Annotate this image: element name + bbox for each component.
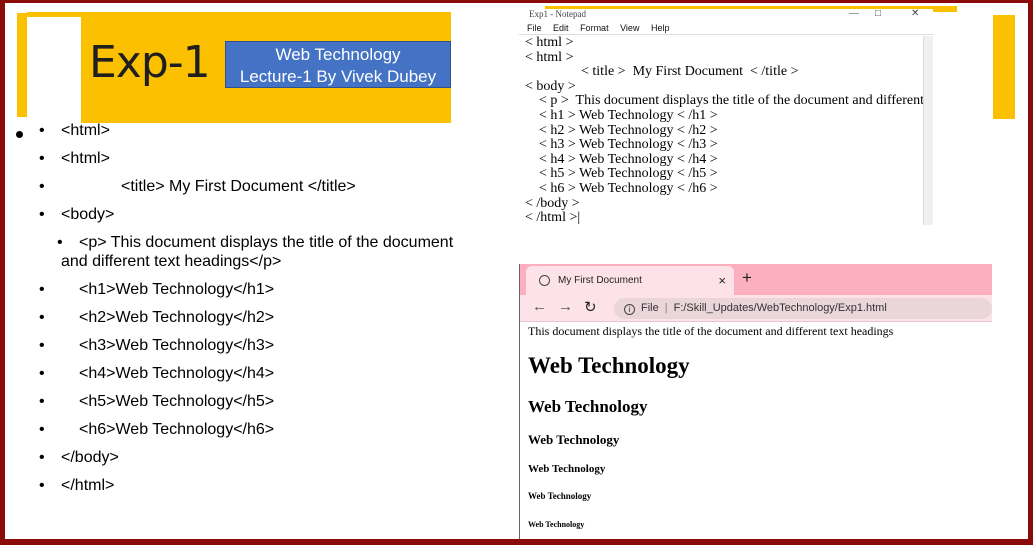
bullet-item: <body> [39, 205, 469, 224]
page-h6: Web Technology [528, 520, 585, 529]
code-line: < h4 > Web Technology < /h4 > [525, 151, 718, 167]
subtitle-line-1: Web Technology [275, 45, 401, 64]
tab-close-icon[interactable]: × [718, 266, 726, 295]
bullet-item: <h4>Web Technology</h4> [39, 364, 469, 383]
browser-navbar: ← → ↻ i File | F:/Skill_Updates/WebTechnolo… [520, 295, 992, 322]
code-line: < /html >| [525, 210, 581, 225]
menu-help[interactable]: Help [651, 23, 670, 33]
menu-format[interactable]: Format [580, 23, 609, 33]
notepad-scrollbar[interactable] [923, 36, 933, 225]
code-line: < body > [525, 78, 576, 94]
bullet-item: </html> [39, 476, 469, 495]
subtitle-line-2: Lecture-1 By Vivek Dubey [239, 67, 437, 86]
code-line: < h2 > Web Technology < /h2 > [525, 122, 718, 138]
menu-view[interactable]: View [620, 23, 639, 33]
forward-icon[interactable]: → [558, 298, 573, 315]
subtitle-box: Web Technology Lecture-1 By Vivek Dubey [225, 41, 451, 88]
maximize-icon[interactable]: □ [875, 9, 881, 19]
url-separator: | [664, 302, 668, 314]
notepad-titlebar: Exp1 - Notepad — □ ✕ [519, 9, 933, 21]
code-line: < h1 > Web Technology < /h1 > [525, 107, 718, 123]
browser-window: My First Document × + ← → ↻ i File | F:/Ski… [519, 264, 992, 539]
tab-title: My First Document [558, 275, 642, 286]
page-h2: Web Technology [528, 397, 648, 416]
close-icon[interactable]: ✕ [911, 9, 919, 19]
url-scheme-label: File [641, 302, 659, 314]
new-tab-button[interactable]: + [742, 268, 752, 288]
code-line: < title > My First Document < /title > [525, 64, 799, 80]
bullet-item: <h1>Web Technology</h1> [39, 280, 469, 299]
gold-bar-right [993, 15, 1015, 119]
bullet-item: <title> My First Document </title> [39, 177, 469, 196]
page-paragraph: This document displays the title of the … [528, 324, 894, 338]
slide-marker-dot [16, 131, 23, 138]
code-line: < html > [525, 49, 574, 65]
code-line: < p > This document displays the title o… [539, 93, 923, 109]
bullet-item: <h2>Web Technology</h2> [39, 308, 469, 327]
code-bullet-list: <html> <html> <title> My First Document … [39, 121, 469, 504]
code-line: < html > [525, 36, 574, 50]
bullet-item: <html> [39, 121, 469, 140]
back-icon[interactable]: ← [532, 298, 547, 315]
bullet-item: <p> This document displays the title of … [39, 233, 469, 271]
minimize-icon[interactable]: — [849, 9, 859, 19]
page-h4: Web Technology [528, 463, 606, 475]
url-text: F:/Skill_Updates/WebTechnology/Exp1.html [673, 302, 887, 314]
reload-icon[interactable]: ↻ [584, 298, 597, 316]
info-icon[interactable]: i [624, 304, 635, 315]
bullet-item: </body> [39, 448, 469, 467]
code-line: < /body > [525, 195, 580, 211]
notepad-window: Exp1 - Notepad — □ ✕ File Edit Format Vi… [519, 9, 933, 225]
notepad-title: Exp1 - Notepad [529, 9, 586, 19]
browser-tab[interactable]: My First Document × [526, 266, 734, 295]
browser-page-content: This document displays the title of the … [528, 324, 893, 529]
notepad-text-area[interactable]: < html > < html > < title > My First Docu… [519, 36, 923, 225]
slide-frame: Exp-1 Web Technology Lecture-1 By Vivek … [0, 0, 1033, 545]
bullet-item: <h3>Web Technology</h3> [39, 336, 469, 355]
globe-icon [539, 275, 550, 286]
code-line: < h3 > Web Technology < /h3 > [525, 137, 718, 153]
page-h5: Web Technology [528, 491, 592, 501]
code-line: < h5 > Web Technology < /h5 > [525, 166, 718, 182]
page-h3: Web Technology [528, 432, 620, 447]
menu-file[interactable]: File [527, 23, 542, 33]
gold-banner-left [17, 13, 27, 117]
bullet-item: <h6>Web Technology</h6> [39, 420, 469, 439]
browser-tabbar: My First Document × + [520, 264, 992, 295]
bullet-item: <html> [39, 149, 469, 168]
slide-title: Exp-1 [89, 37, 211, 88]
page-h1: Web Technology [528, 353, 690, 378]
address-bar[interactable]: i File | F:/Skill_Updates/WebTechnology/Exp… [614, 298, 992, 319]
menu-edit[interactable]: Edit [553, 23, 569, 33]
code-line: < h6 > Web Technology < /h6 > [525, 180, 718, 196]
notepad-menubar: File Edit Format View Help [519, 21, 933, 35]
bullet-item: <h5>Web Technology</h5> [39, 392, 469, 411]
